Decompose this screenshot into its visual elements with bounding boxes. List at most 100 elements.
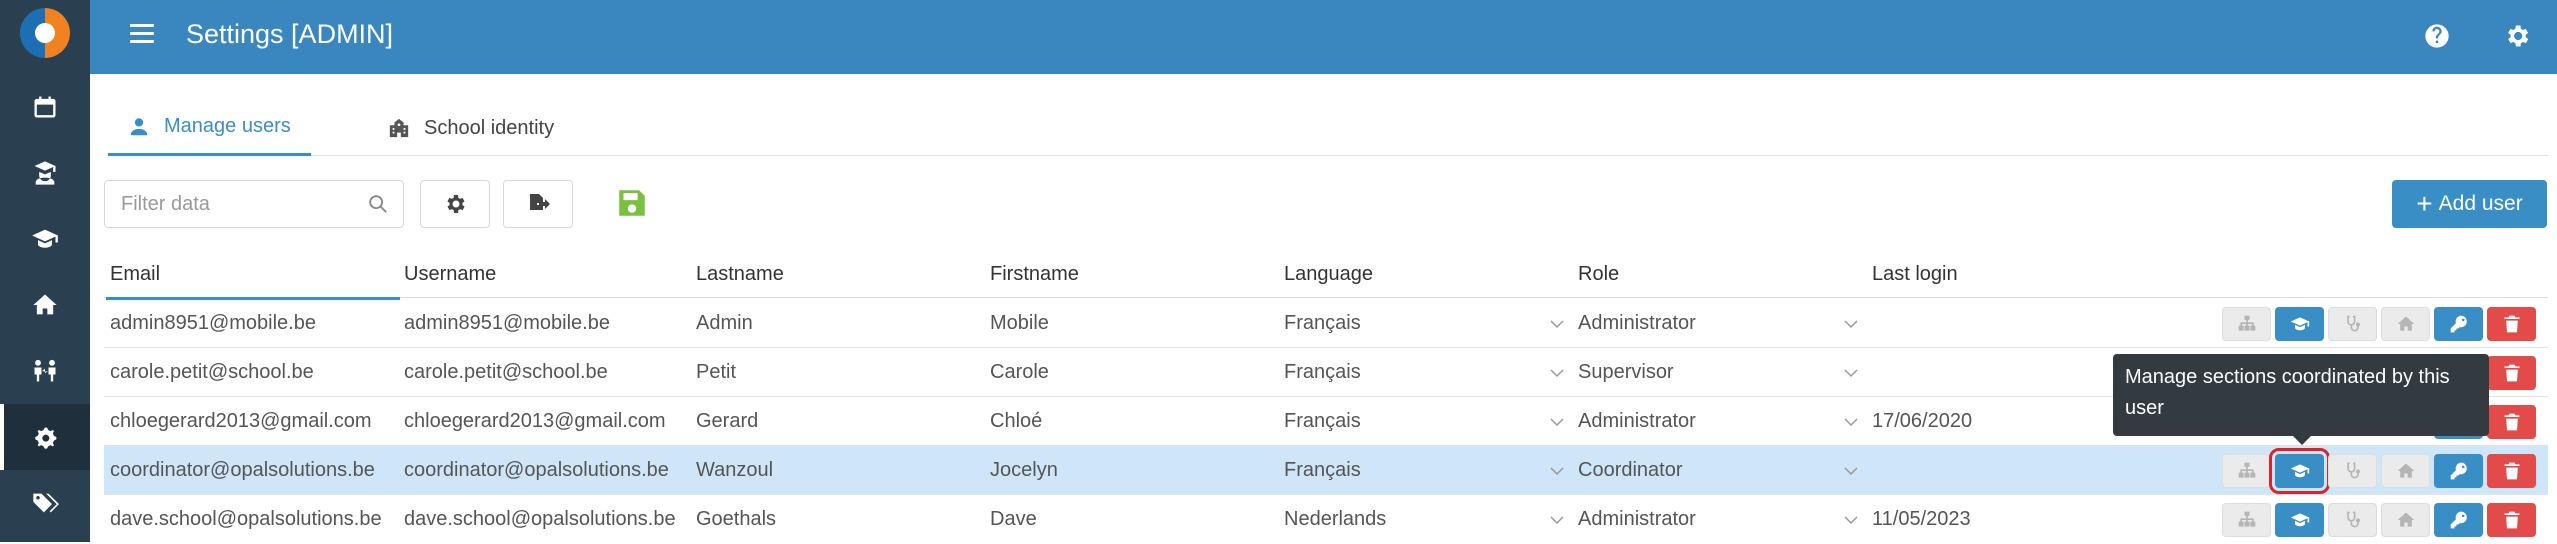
chevron-down-icon[interactable] <box>1550 464 1564 478</box>
key-icon <box>2450 511 2467 529</box>
medical-button[interactable] <box>2328 503 2377 537</box>
cell-firstname: Carole <box>990 361 1049 383</box>
manage-sections-button[interactable] <box>2275 307 2324 341</box>
chevron-down-icon[interactable] <box>1550 513 1564 527</box>
home-icon <box>33 294 57 315</box>
home-button[interactable] <box>2381 307 2430 341</box>
save-icon[interactable] <box>615 186 649 220</box>
gear-icon <box>447 195 465 213</box>
cell-username: chloegerard2013@gmail.com <box>404 410 666 432</box>
chevron-down-icon[interactable] <box>1844 513 1858 527</box>
cell-language[interactable]: Français <box>1284 397 1534 445</box>
tab-bar: Manage users School identity <box>108 100 2548 156</box>
chevron-down-icon[interactable] <box>1844 366 1858 380</box>
app-logo[interactable] <box>20 8 70 58</box>
chevron-down-icon[interactable] <box>1550 415 1564 429</box>
calendar-icon <box>34 96 56 118</box>
delete-button[interactable] <box>2487 405 2536 439</box>
column-header-email[interactable]: Email <box>105 250 401 300</box>
hierarchy-button[interactable] <box>2222 454 2271 488</box>
column-header-lastname[interactable]: Lastname <box>696 250 784 298</box>
cell-language[interactable]: Français <box>1284 348 1534 396</box>
filter-input[interactable] <box>105 181 345 227</box>
page-title: Settings [ADMIN] <box>186 19 394 49</box>
password-button[interactable] <box>2434 454 2483 488</box>
add-user-button[interactable]: + Add user <box>2392 180 2547 228</box>
cell-firstname: Dave <box>990 508 1037 530</box>
sidebar-item-settings[interactable] <box>0 404 90 470</box>
gear-icon[interactable] <box>2503 22 2531 50</box>
menu-icon[interactable] <box>130 24 154 48</box>
tooltip: Manage sections coordinated by this user <box>2113 354 2489 436</box>
user-icon <box>130 117 148 135</box>
graduation-cap-icon <box>2290 317 2309 331</box>
column-header-last-login[interactable]: Last login <box>1872 250 1958 298</box>
sidebar <box>0 0 90 542</box>
table-row[interactable]: dave.school@opalsolutions.be dave.school… <box>104 495 2548 544</box>
chevron-down-icon[interactable] <box>1844 317 1858 331</box>
cell-firstname: Chloé <box>990 410 1043 432</box>
password-button[interactable] <box>2434 307 2483 341</box>
cell-role[interactable]: Administrator <box>1578 495 1838 543</box>
chevron-down-icon[interactable] <box>1844 464 1858 478</box>
sidebar-item-people[interactable] <box>0 338 90 404</box>
top-bar: Settings [ADMIN] <box>90 0 2557 74</box>
cell-language[interactable]: Français <box>1284 299 1534 347</box>
chevron-down-icon[interactable] <box>1550 317 1564 331</box>
manage-sections-button[interactable] <box>2275 503 2324 537</box>
cell-language[interactable]: Français <box>1284 446 1534 494</box>
column-header-username[interactable]: Username <box>404 250 496 298</box>
cell-last-login: 11/05/2023 <box>1872 508 1971 530</box>
cell-email: dave.school@opalsolutions.be <box>110 508 382 530</box>
logo-core <box>35 23 55 43</box>
school-icon <box>389 118 409 138</box>
tab-school-identity[interactable]: School identity <box>368 100 574 156</box>
sidebar-item-tags[interactable] <box>0 470 90 536</box>
delete-button[interactable] <box>2487 454 2536 488</box>
table-row[interactable]: admin8951@mobile.be admin8951@mobile.be … <box>104 299 2548 348</box>
people-arrows-icon <box>34 359 56 382</box>
column-settings-button[interactable] <box>420 180 490 228</box>
chevron-down-icon[interactable] <box>1550 366 1564 380</box>
manage-sections-button[interactable] <box>2269 448 2330 494</box>
column-header-firstname[interactable]: Firstname <box>990 250 1079 298</box>
column-header-language[interactable]: Language <box>1284 250 1373 298</box>
export-button[interactable] <box>503 180 573 228</box>
home-button[interactable] <box>2381 454 2430 488</box>
cell-role[interactable]: Administrator <box>1578 299 1838 347</box>
table-row-selected[interactable]: coordinator@opalsolutions.be coordinator… <box>104 446 2548 495</box>
sidebar-item-home[interactable] <box>0 272 90 338</box>
sitemap-icon <box>2238 315 2255 331</box>
cell-role[interactable]: Supervisor <box>1578 348 1838 396</box>
cell-role[interactable]: Coordinator <box>1578 446 1838 494</box>
cell-email: chloegerard2013@gmail.com <box>110 410 372 432</box>
delete-button[interactable] <box>2487 307 2536 341</box>
key-icon <box>2450 462 2467 480</box>
hierarchy-button[interactable] <box>2222 307 2271 341</box>
delete-button[interactable] <box>2487 356 2536 390</box>
delete-button[interactable] <box>2487 503 2536 537</box>
sidebar-item-sections[interactable] <box>0 206 90 272</box>
key-icon <box>2450 315 2467 333</box>
sitemap-icon <box>2238 511 2255 527</box>
cell-language[interactable]: Nederlands <box>1284 495 1534 543</box>
graduation-cap-icon <box>32 229 58 248</box>
medical-button[interactable] <box>2328 307 2377 341</box>
home-icon <box>2397 512 2414 527</box>
question-circle-icon[interactable] <box>2423 22 2451 50</box>
trash-icon <box>2504 364 2519 382</box>
password-button[interactable] <box>2434 503 2483 537</box>
home-button[interactable] <box>2381 503 2430 537</box>
sidebar-item-calendar[interactable] <box>0 74 90 140</box>
sidebar-item-teachers[interactable] <box>0 140 90 206</box>
tab-manage-users[interactable]: Manage users <box>108 100 311 156</box>
hierarchy-button[interactable] <box>2222 503 2271 537</box>
stethoscope-icon <box>2346 315 2360 332</box>
home-icon <box>2397 463 2414 478</box>
medical-button[interactable] <box>2328 454 2377 488</box>
cell-lastname: Wanzoul <box>696 459 774 481</box>
search-icon[interactable] <box>367 193 389 215</box>
column-header-role[interactable]: Role <box>1578 250 1619 298</box>
chevron-down-icon[interactable] <box>1844 415 1858 429</box>
cell-role[interactable]: Administrator <box>1578 397 1838 445</box>
